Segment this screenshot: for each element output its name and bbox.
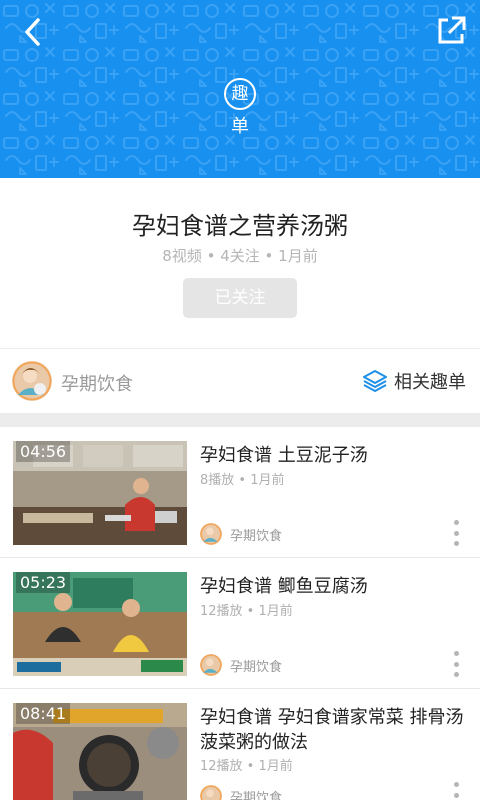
video-thumbnail[interactable]: 04:56 [13,441,187,545]
chevron-left-icon [25,18,40,46]
video-thumbnail[interactable]: 08:41 [13,703,187,800]
author-avatar [200,785,222,800]
more-options-icon[interactable] [452,782,460,800]
video-meta: 8播放 • 1月前 [200,473,285,488]
video-thumbnail[interactable]: 05:23 [13,572,187,676]
section-gap [0,413,480,427]
more-options-icon[interactable] [452,651,460,677]
more-options-icon[interactable] [452,520,460,546]
video-title[interactable]: 孕妇食谱 孕妇食谱家常菜 排骨汤 菠菜粥的做法 [200,705,468,755]
video-item[interactable]: 05:23 孕妇食谱 鲫鱼豆腐汤 12播放 • 1月前 孕期饮食 [0,558,480,689]
playlist-meta: 8视频 • 4关注 • 1月前 [162,247,318,265]
video-author-name: 孕期饮食 [230,790,283,800]
video-duration: 05:23 [16,572,71,593]
share-button[interactable] [434,14,468,48]
video-item[interactable]: 08:41 孕妇食谱 孕妇食谱家常菜 排骨汤 菠菜粥的做法 12播放 • 1月前… [0,689,480,800]
video-duration: 04:56 [16,441,71,462]
qudan-badge-label: 单 [231,116,249,137]
video-author[interactable]: 孕期饮食 [200,654,282,676]
video-author-name: 孕期饮食 [230,659,283,675]
video-meta: 12播放 • 1月前 [200,759,293,774]
avatar-image [12,361,52,401]
author-name[interactable]: 孕期饮食 [61,370,133,396]
back-button[interactable] [16,14,52,50]
author-avatar[interactable] [12,361,52,401]
related-playlists-button[interactable]: 相关趣单 [362,367,466,395]
playlist-title: 孕妇食谱之营养汤粥 [132,212,348,240]
qudan-badge: 趣 [224,78,256,110]
follow-button[interactable]: 已关注 [183,278,297,318]
video-list: 04:56 孕妇食谱 土豆泥子汤 8播放 • 1月前 孕期饮食 05:23 孕妇… [0,427,480,800]
header-banner: 趣 单 [0,0,480,178]
video-meta: 12播放 • 1月前 [200,604,293,619]
video-duration: 08:41 [16,703,71,724]
author-avatar [200,523,222,545]
playlist-info: 孕妇食谱之营养汤粥 8视频 • 4关注 • 1月前 已关注 [0,178,480,348]
video-title[interactable]: 孕妇食谱 土豆泥子汤 [200,443,468,468]
author-row[interactable]: 孕期饮食 相关趣单 [0,349,480,413]
video-author[interactable]: 孕期饮食 [200,523,282,545]
video-author[interactable]: 孕期饮食 [200,785,282,800]
video-author-name: 孕期饮食 [230,528,283,544]
playlist-page: 趣 单 孕妇食谱之营养汤粥 8视频 • 4关注 • 1月前 已关注 孕期饮食 相… [0,0,480,800]
video-title[interactable]: 孕妇食谱 鲫鱼豆腐汤 [200,574,468,599]
video-item[interactable]: 04:56 孕妇食谱 土豆泥子汤 8播放 • 1月前 孕期饮食 [0,427,480,558]
layers-icon [363,370,387,392]
related-playlists-label: 相关趣单 [394,372,466,393]
external-link-icon [438,16,466,44]
author-avatar [200,654,222,676]
